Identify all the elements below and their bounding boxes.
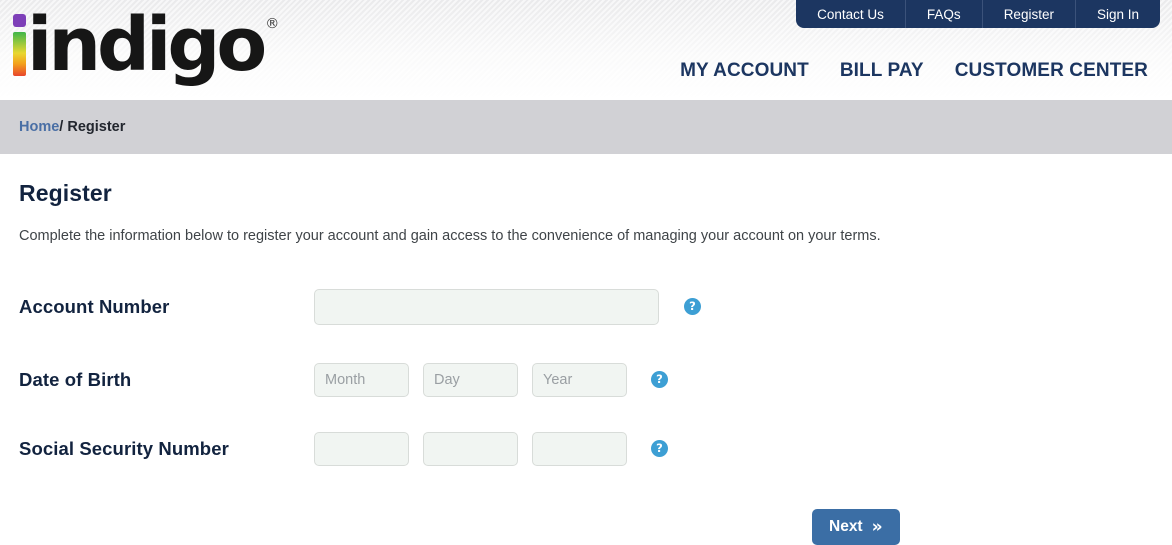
dob-year-input[interactable] xyxy=(532,362,627,397)
page-description: Complete the information below to regist… xyxy=(19,228,881,244)
breadcrumb-current-register: Register xyxy=(67,119,126,135)
logo-gradient-stem-icon xyxy=(13,32,26,76)
breadcrumb-link-home[interactable]: Home xyxy=(19,119,59,135)
account-number-input[interactable] xyxy=(314,288,659,325)
help-icon-date-of-birth[interactable]: ? xyxy=(651,371,668,388)
site-header: indigo ® Contact Us FAQs Register Sign I… xyxy=(0,0,1172,100)
nav-item-bill-pay[interactable]: BILL PAY xyxy=(840,60,924,82)
fields-account-number: ? xyxy=(314,288,701,325)
topnav-item-contact-us[interactable]: Contact Us xyxy=(796,0,905,28)
breadcrumb: Home/ Register xyxy=(19,119,125,135)
trademark-symbol: ® xyxy=(265,16,280,32)
next-button[interactable]: Next » xyxy=(812,509,900,545)
breadcrumb-bar: Home/ Register xyxy=(0,100,1172,154)
indigo-logo[interactable]: indigo ® xyxy=(12,2,279,84)
fields-date-of-birth: ? xyxy=(314,362,668,397)
register-form: Account Number ? Date of Birth ? Social … xyxy=(19,244,1153,545)
logo-wordmark: indigo xyxy=(27,2,267,88)
main-content: Register Complete the information below … xyxy=(0,154,1172,545)
breadcrumb-separator: / xyxy=(59,119,64,135)
utility-nav: Contact Us FAQs Register Sign In xyxy=(796,0,1160,28)
help-icon-account-number[interactable]: ? xyxy=(684,298,701,315)
label-date-of-birth: Date of Birth xyxy=(19,368,132,390)
form-actions: Next » xyxy=(19,495,1153,545)
double-chevron-right-icon: » xyxy=(871,516,883,537)
label-account-number: Account Number xyxy=(19,295,170,317)
label-social-security-number: Social Security Number xyxy=(19,437,229,459)
topnav-item-register[interactable]: Register xyxy=(981,0,1075,28)
form-row-account-number: Account Number ? xyxy=(19,280,1153,333)
nav-item-customer-center[interactable]: CUSTOMER CENTER xyxy=(955,60,1148,82)
ssn-part3-input[interactable] xyxy=(532,431,627,466)
form-row-date-of-birth: Date of Birth ? xyxy=(19,353,1153,406)
help-icon-social-security-number[interactable]: ? xyxy=(651,440,668,457)
fields-social-security-number: ? xyxy=(314,431,668,466)
page-title: Register xyxy=(19,180,112,206)
ssn-part1-input[interactable] xyxy=(314,431,409,466)
primary-nav: MY ACCOUNT BILL PAY CUSTOMER CENTER xyxy=(680,60,1148,82)
logo-dot-icon xyxy=(13,14,26,27)
nav-item-my-account[interactable]: MY ACCOUNT xyxy=(680,60,809,82)
dob-month-input[interactable] xyxy=(314,362,409,397)
dob-day-input[interactable] xyxy=(423,362,518,397)
next-button-label: Next xyxy=(829,518,863,535)
topnav-item-faqs[interactable]: FAQs xyxy=(904,0,982,28)
form-row-social-security-number: Social Security Number ? xyxy=(19,422,1153,475)
topnav-item-sign-in[interactable]: Sign In xyxy=(1074,0,1160,28)
logo-letter-i-icon xyxy=(12,8,28,84)
ssn-part2-input[interactable] xyxy=(423,431,518,466)
